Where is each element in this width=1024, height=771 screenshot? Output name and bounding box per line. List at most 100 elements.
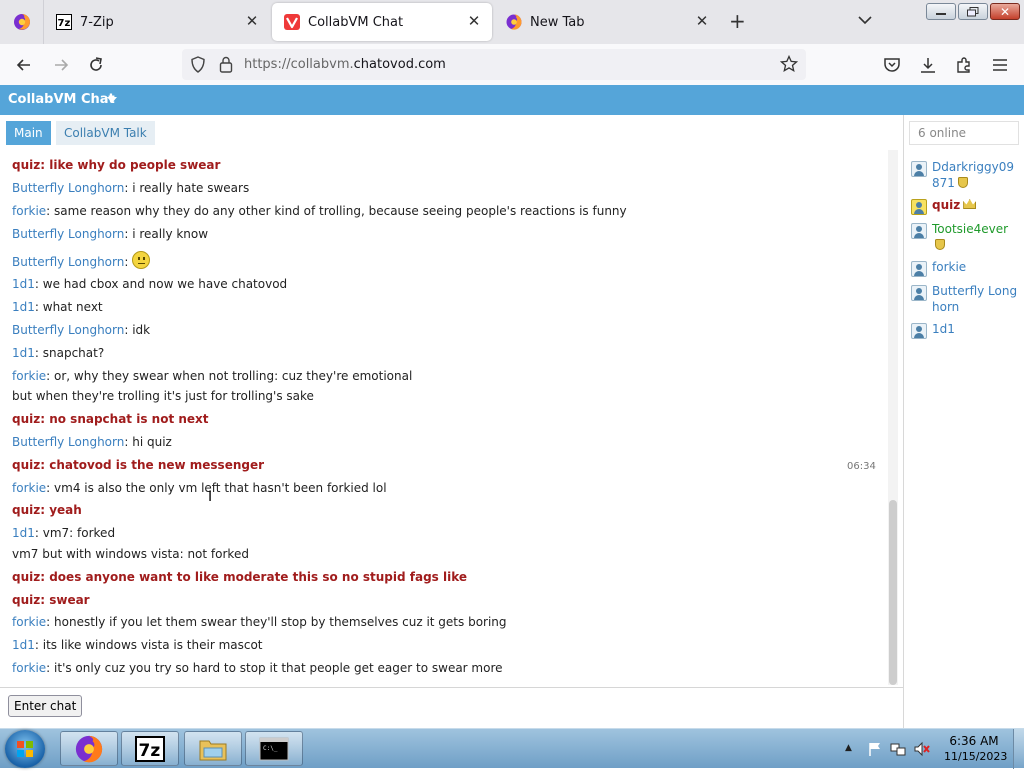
user-list-item[interactable]: Butterfly Longhorn [911,283,1021,317]
chat-title-menu[interactable]: CollabVM Chat [8,92,115,107]
tab-close-icon[interactable]: ✕ [466,13,482,29]
message-author[interactable]: forkie [12,204,46,218]
user-name: Butterfly Longhorn [932,284,1018,314]
app-menu-button[interactable] [989,54,1011,76]
tab-close-icon[interactable]: ✕ [694,13,710,29]
user-list-item[interactable]: Ddarkriggy09871 [911,159,1021,193]
firefox-favicon-icon [506,14,522,30]
chat-message: 1d1: vm7: forked [12,526,116,540]
crown-icon [963,199,977,209]
chat-message: Butterfly Longhorn: [12,251,151,270]
extensions-button[interactable] [953,54,975,76]
browser-tab-new-tab[interactable]: New Tab ✕ [494,3,720,41]
bookmark-star-icon[interactable] [780,55,798,73]
chat-message: forkie: honestly if you let them swear t… [12,615,507,629]
message-author[interactable]: forkie [12,661,46,675]
window-restore-button[interactable] [958,3,988,20]
chat-message: forkie: it's only cuz you try so hard to… [12,661,503,675]
action-center-flag-icon[interactable] [867,741,883,757]
message-author[interactable]: forkie [12,369,46,383]
divider [0,687,903,688]
message-text: does anyone want to like moderate this s… [49,570,468,584]
url-prefix: https://collabvm. [244,57,354,72]
browser-tab-collabvm-chat[interactable]: CollabVM Chat ✕ [272,3,492,41]
address-bar[interactable]: https://collabvm.chatovod.com [182,49,806,80]
message-author[interactable]: 1d1 [12,638,35,652]
url-text[interactable]: https://collabvm.chatovod.com [244,57,446,72]
pocket-button[interactable] [881,54,903,76]
user-avatar-icon [911,323,927,339]
message-author[interactable]: 1d1 [12,346,35,360]
message-author[interactable]: 1d1 [12,300,35,314]
tracking-protection-shield-icon[interactable] [190,56,206,73]
volume-muted-icon[interactable] [914,741,930,757]
chat-message: forkie: same reason why they do any othe… [12,204,627,218]
browser-tab-7zip[interactable]: 7z 7-Zip ✕ [44,3,270,41]
show-hidden-icons-icon[interactable]: ▲ [845,743,852,753]
tab-collabvm-talk[interactable]: CollabVM Talk [56,121,155,145]
lock-icon[interactable] [219,56,233,73]
taskbar-command-prompt[interactable]: C:\_ [245,731,303,766]
user-list-item[interactable]: 1d1 [911,321,1021,339]
chat-message: quiz: yeah [12,503,82,517]
restore-icon [967,6,979,16]
clock-time: 6:36 AM [949,734,999,748]
message-text: or, why they swear when not trolling: cu… [54,369,413,383]
taskbar-7zip[interactable]: 7z [121,731,179,766]
message-author[interactable]: Butterfly Longhorn [12,255,124,269]
message-author[interactable]: 1d1 [12,277,35,291]
start-button[interactable] [5,730,45,768]
chat-message: Butterfly Longhorn: i really hate swears [12,181,250,195]
chat-message: Butterfly Longhorn: i really know [12,227,209,241]
message-author[interactable]: quiz [12,503,40,517]
forward-button[interactable] [50,54,72,76]
message-author[interactable]: Butterfly Longhorn [12,227,124,241]
system-clock[interactable]: 6:36 AM 11/15/2023 [944,733,1007,765]
message-author[interactable]: forkie [12,615,46,629]
message-author[interactable]: quiz [12,158,40,172]
vivaldi-favicon-icon [284,14,300,30]
taskbar-file-explorer[interactable] [184,731,242,766]
user-list-item[interactable]: Tootsie4ever [911,221,1021,255]
message-author[interactable]: Butterfly Longhorn [12,181,124,195]
message-author[interactable]: quiz [12,570,40,584]
message-text: swear [49,593,90,607]
message-author[interactable]: Butterfly Longhorn [12,435,124,449]
message-author[interactable]: quiz [12,458,40,472]
dropdown-caret-icon[interactable] [107,97,117,103]
pocket-icon [884,58,900,72]
new-tab-plus-icon[interactable]: + [729,10,746,32]
message-author[interactable]: quiz [12,593,40,607]
user-list-item[interactable]: forkie [911,259,1021,277]
list-all-tabs-chevron-icon[interactable] [855,10,875,30]
message-author[interactable]: 1d1 [12,526,35,540]
enter-chat-button[interactable]: Enter chat [8,695,83,717]
taskbar-firefox[interactable] [60,731,118,766]
window-close-button[interactable]: ✕ [990,3,1020,20]
message-text: honestly if you let them swear they'll s… [54,615,507,629]
tab-main[interactable]: Main [6,121,51,145]
puzzle-piece-icon [957,57,970,73]
chat-scrollbar-thumb[interactable] [889,500,897,685]
reload-icon [90,57,102,71]
message-author[interactable]: Butterfly Longhorn [12,323,124,337]
firefox-view-button[interactable] [0,0,44,44]
message-text: what next [42,300,103,314]
user-avatar-icon [911,285,927,301]
chat-message: 1d1: its like windows vista is their mas… [12,638,263,652]
downloads-button[interactable] [917,54,939,76]
message-author[interactable]: quiz [12,412,40,426]
window-minimize-button[interactable] [926,3,956,20]
show-desktop-button[interactable] [1013,729,1024,769]
network-icon[interactable] [890,741,906,757]
back-button[interactable] [13,54,35,76]
user-list-item[interactable]: quiz [911,197,1021,215]
folder-icon [199,740,227,760]
reload-button[interactable] [85,54,107,76]
message-text: yeah [49,503,82,517]
message-author[interactable]: forkie [12,481,46,495]
message-timestamp: 06:34 [847,461,876,472]
tab-close-icon[interactable]: ✕ [244,13,260,29]
chat-message: quiz: chatovod is the new messenger [12,458,265,472]
message-text: vm7 but with windows vista: not forked [12,547,249,561]
